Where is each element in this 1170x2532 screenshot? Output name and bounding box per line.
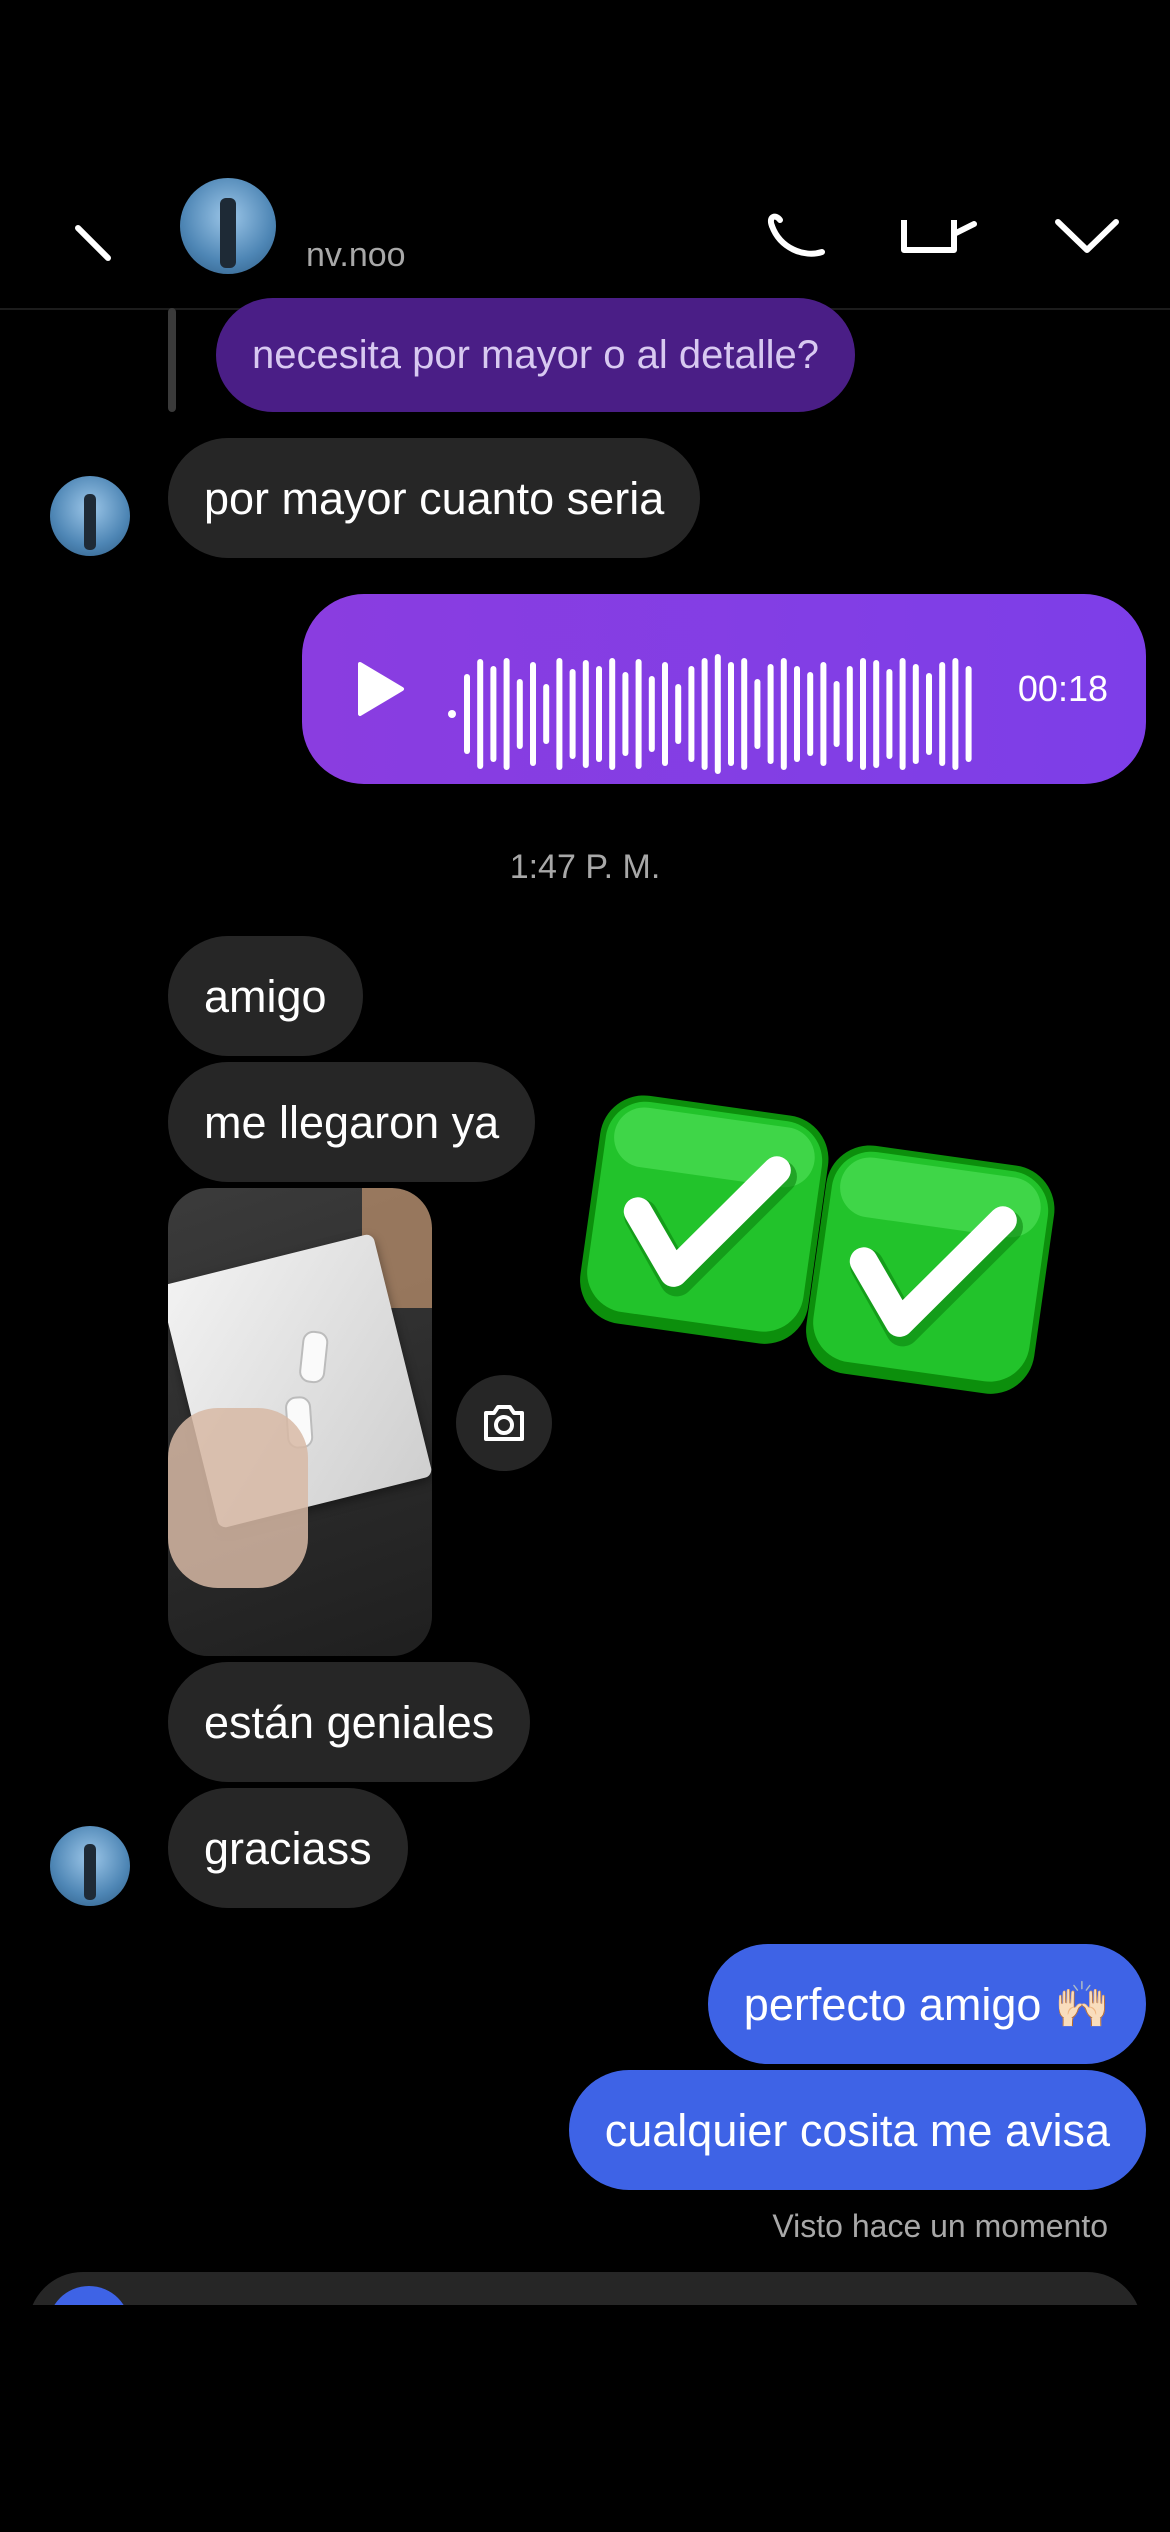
waveform-bar xyxy=(939,662,946,766)
waveform-bar xyxy=(609,658,616,770)
waveform-bar xyxy=(464,674,470,754)
message-bubble-incoming[interactable]: me llegaron ya xyxy=(168,1062,536,1182)
waveform-bar xyxy=(926,673,932,755)
contact-avatar[interactable] xyxy=(180,178,276,274)
waveform-bar xyxy=(701,658,708,770)
sender-avatar[interactable] xyxy=(50,476,130,556)
waveform-bar xyxy=(516,679,523,749)
waveform-bar xyxy=(807,672,814,756)
waveform-bar xyxy=(582,660,589,768)
waveform-bar xyxy=(846,666,853,762)
waveform-bar xyxy=(965,666,972,762)
seen-status: Visto hace un momento xyxy=(772,2208,1108,2244)
waveform-bar xyxy=(503,658,510,770)
waveform-bar xyxy=(952,658,959,770)
play-icon[interactable] xyxy=(354,660,406,718)
message-text: cualquier cosita me avisa xyxy=(604,2104,1110,2156)
view-photo-button[interactable] xyxy=(456,1375,552,1471)
waveform-bar xyxy=(886,669,893,759)
waveform-bar xyxy=(741,658,748,770)
waveform-bar xyxy=(794,666,800,762)
phone-icon[interactable] xyxy=(766,200,830,260)
reply-preview-bubble[interactable]: necesita por mayor o al detalle? xyxy=(216,298,855,412)
waveform-bar xyxy=(912,664,919,764)
waveform-bar xyxy=(569,669,576,759)
chevron-down-icon[interactable] xyxy=(1052,200,1122,260)
sender-avatar[interactable] xyxy=(50,1826,130,1906)
waveform-bar xyxy=(662,662,668,766)
waveform-bar xyxy=(622,672,629,756)
message-text: perfecto amigo 🙌🏻 xyxy=(743,1978,1110,2030)
waveform-bar xyxy=(767,664,774,764)
waveform-bar xyxy=(477,659,484,769)
waveform-bar xyxy=(780,658,787,770)
waveform-bar xyxy=(648,676,655,752)
waveform-bar xyxy=(490,666,497,762)
message-text: por mayor cuanto seria xyxy=(204,472,665,524)
message-bubble-incoming[interactable]: por mayor cuanto seria xyxy=(168,438,701,558)
waveform-bar xyxy=(543,684,550,744)
message-bubble-outgoing[interactable]: perfecto amigo 🙌🏻 xyxy=(707,1944,1146,2064)
video-icon[interactable] xyxy=(900,200,978,260)
waveform-bar xyxy=(820,662,827,766)
reply-preview-text: necesita por mayor o al detalle? xyxy=(252,333,819,377)
check-mark-emoji-sticker xyxy=(580,1095,1055,1394)
chat-header: nv.noo xyxy=(0,0,1170,310)
waveform-bar xyxy=(833,681,840,747)
message-text: amigo xyxy=(204,970,327,1022)
waveform-bar xyxy=(754,679,761,749)
camera-icon xyxy=(484,1405,524,1441)
contact-username[interactable]: nv.noo xyxy=(306,236,406,275)
waveform-bar xyxy=(596,666,602,762)
waveform-bar xyxy=(675,684,682,744)
bottom-blank-area xyxy=(0,2305,1170,2532)
waveform-bar xyxy=(873,660,880,768)
waveform-bar xyxy=(714,654,721,774)
waveform-bar xyxy=(728,662,734,766)
photo-message[interactable] xyxy=(168,1188,432,1656)
message-bubble-incoming[interactable]: amigo xyxy=(168,936,363,1056)
voice-duration: 00:18 xyxy=(1017,668,1108,709)
waveform-bar xyxy=(899,658,906,770)
voice-message-bubble[interactable]: 00:18 xyxy=(302,594,1146,784)
timestamp: 1:47 P. M. xyxy=(509,848,661,886)
waveform-bar xyxy=(556,658,563,770)
waveform-bar xyxy=(688,666,695,762)
message-text: graciass xyxy=(204,1822,372,1874)
reply-indicator-bar xyxy=(168,308,176,412)
waveform-bar xyxy=(860,658,866,770)
message-text: están geniales xyxy=(204,1696,495,1748)
waveform-bar xyxy=(635,659,642,769)
message-bubble-outgoing[interactable]: cualquier cosita me avisa xyxy=(568,2070,1146,2190)
back-chevron-icon[interactable] xyxy=(68,218,118,268)
message-bubble-incoming[interactable]: graciass xyxy=(168,1788,408,1908)
message-text: me llegaron ya xyxy=(204,1096,500,1148)
message-bubble-incoming[interactable]: están geniales xyxy=(168,1662,531,1782)
waveform xyxy=(448,654,972,774)
waveform-bar xyxy=(530,662,536,766)
